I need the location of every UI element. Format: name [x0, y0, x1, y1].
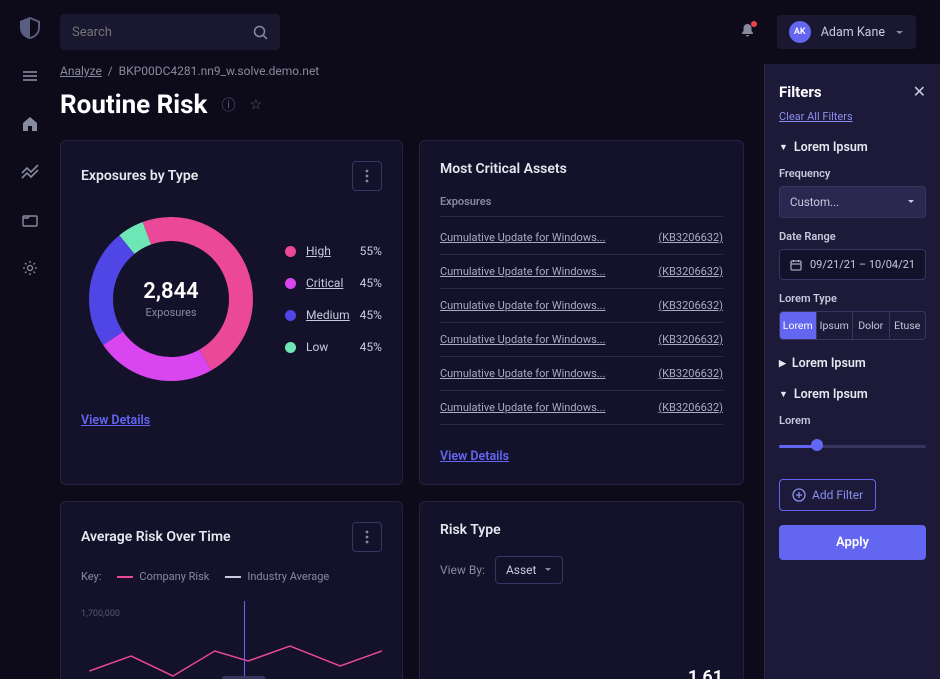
- segment-option[interactable]: Ipsum: [817, 312, 854, 339]
- metric-value: 1,61: [688, 667, 723, 679]
- field-label: Frequency: [779, 167, 926, 180]
- segment-option[interactable]: Dolor: [853, 312, 890, 339]
- card-title: Average Risk Over Time: [81, 529, 231, 545]
- view-details-link[interactable]: View Details: [81, 413, 150, 428]
- donut-chart: 2,844 Exposures: [81, 209, 261, 389]
- folder-icon[interactable]: [20, 210, 40, 230]
- field-label: Lorem: [779, 414, 926, 427]
- legend-dot: [285, 246, 296, 257]
- add-filter-button[interactable]: Add Filter: [779, 479, 876, 511]
- chevron-down-icon: [907, 198, 915, 206]
- legend-label[interactable]: High: [306, 244, 350, 258]
- legend-label[interactable]: Medium: [306, 308, 350, 322]
- viewby-label: View By:: [440, 563, 485, 577]
- chevron-down-icon: [544, 566, 552, 574]
- calendar-icon: [790, 259, 802, 271]
- legend-item[interactable]: Critical 45%: [285, 276, 382, 290]
- filter-section-toggle[interactable]: ▼Lorem Ipsum: [779, 387, 926, 402]
- legend-dot: [285, 342, 296, 353]
- legend-item[interactable]: Medium 45%: [285, 308, 382, 322]
- notifications-icon[interactable]: [740, 23, 755, 42]
- menu-icon[interactable]: [20, 66, 40, 86]
- line-chart: 1,700,000 August 890: [81, 601, 382, 679]
- donut-total: 2,844: [143, 279, 198, 304]
- segment-option[interactable]: Etuse: [890, 312, 926, 339]
- info-icon[interactable]: ⓘ: [221, 95, 235, 115]
- chart-marker: [244, 601, 245, 679]
- close-icon[interactable]: ✕: [913, 82, 926, 101]
- breadcrumb-root[interactable]: Analyze: [60, 64, 102, 78]
- table-row[interactable]: Cumulative Update for Windows...(KB32066…: [440, 289, 723, 323]
- filters-title: Filters: [779, 83, 822, 101]
- apply-button[interactable]: Apply: [779, 525, 926, 560]
- legend-dot: [285, 310, 296, 321]
- exposures-card: Exposures by Type: [60, 140, 403, 485]
- clear-filters-link[interactable]: Clear All Filters: [779, 110, 853, 123]
- column-header: Exposures: [440, 195, 723, 217]
- breadcrumb-item: BKP00DC4281.nn9_w.solve.demo.net: [119, 64, 320, 78]
- home-icon[interactable]: [20, 114, 40, 134]
- legend: High 55% Critical 45%: [285, 244, 382, 354]
- table-row[interactable]: Cumulative Update for Windows...(KB32066…: [440, 255, 723, 289]
- avg-risk-card: Average Risk Over Time Key: Company Risk…: [60, 501, 403, 679]
- topbar: AK Adam Kane: [60, 0, 940, 64]
- legend-item[interactable]: High 55%: [285, 244, 382, 258]
- nav-rail: [0, 0, 60, 679]
- user-menu[interactable]: AK Adam Kane: [777, 15, 916, 49]
- card-title: Most Critical Assets: [440, 161, 567, 177]
- field-label: Date Range: [779, 230, 926, 243]
- table-row[interactable]: Cumulative Update for Windows...(KB32066…: [440, 323, 723, 357]
- frequency-select[interactable]: Custom...: [779, 186, 926, 218]
- chevron-down-icon: [895, 28, 904, 37]
- card-menu-button[interactable]: [352, 161, 382, 191]
- field-label: Lorem Type: [779, 292, 926, 305]
- star-icon[interactable]: ☆: [249, 97, 262, 113]
- page-title: Routine Risk: [60, 90, 207, 120]
- date-range-input[interactable]: 09/21/21 – 10/04/21: [779, 249, 926, 280]
- search-icon: [253, 25, 268, 40]
- breadcrumb: Analyze / BKP00DC4281.nn9_w.solve.demo.n…: [60, 64, 744, 90]
- filters-panel: Filters ✕ Clear All Filters ▼Lorem Ipsum…: [764, 64, 940, 679]
- critical-assets-card: Most Critical Assets Exposures Cumulativ…: [419, 140, 744, 485]
- filter-section-toggle[interactable]: ▼Lorem Ipsum: [779, 140, 926, 155]
- analytics-icon[interactable]: [20, 162, 40, 182]
- table-row[interactable]: Cumulative Update for Windows...(KB32066…: [440, 357, 723, 391]
- username: Adam Kane: [821, 25, 885, 40]
- segment-option[interactable]: Lorem: [780, 312, 817, 339]
- shield-logo-icon: [20, 18, 40, 38]
- risk-type-card: Risk Type View By: Asset 1,61 -15.6: [419, 501, 744, 679]
- chart-tooltip: August 890: [221, 676, 265, 679]
- legend-label[interactable]: Critical: [306, 276, 350, 290]
- donut-label: Exposures: [145, 306, 196, 319]
- legend-item[interactable]: Low 45%: [285, 340, 382, 354]
- legend-dot: [285, 278, 296, 289]
- search-field[interactable]: [72, 25, 253, 40]
- card-title: Exposures by Type: [81, 168, 198, 184]
- viewby-select[interactable]: Asset: [495, 556, 564, 584]
- gear-icon[interactable]: [20, 258, 40, 278]
- card-menu-button[interactable]: [352, 522, 382, 552]
- plus-circle-icon: [792, 488, 806, 502]
- y-tick: 1,700,000: [81, 609, 120, 619]
- legend-label[interactable]: Low: [306, 340, 350, 354]
- legend-value: 45%: [360, 276, 382, 290]
- view-details-link[interactable]: View Details: [440, 449, 509, 464]
- table-row[interactable]: Cumulative Update for Windows...(KB32066…: [440, 221, 723, 255]
- table-row[interactable]: Cumulative Update for Windows...(KB32066…: [440, 391, 723, 425]
- slider-thumb[interactable]: [811, 439, 823, 451]
- legend-value: 45%: [360, 308, 382, 322]
- chart-key: Key: Company Risk Industry Average: [81, 570, 382, 583]
- avatar: AK: [789, 21, 811, 43]
- legend-value: 55%: [360, 244, 382, 258]
- segment-control: Lorem Ipsum Dolor Etuse: [779, 311, 926, 340]
- card-title: Risk Type: [440, 522, 501, 538]
- slider[interactable]: [779, 435, 926, 455]
- search-input[interactable]: [60, 14, 280, 50]
- legend-value: 45%: [360, 340, 382, 354]
- filter-section-toggle[interactable]: ▶Lorem Ipsum: [779, 356, 926, 371]
